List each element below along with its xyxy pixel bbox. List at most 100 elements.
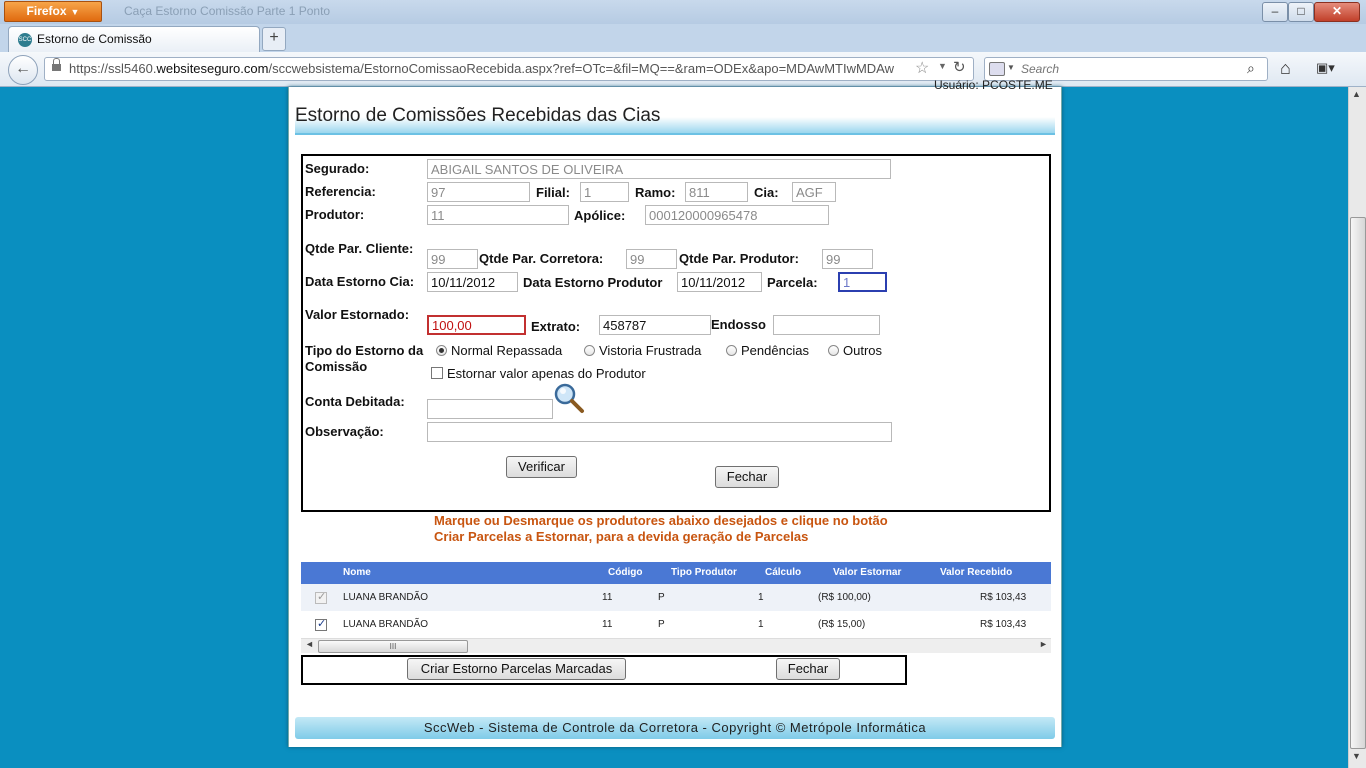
ramo-field[interactable] (685, 182, 748, 202)
tipo-estorno-label-2: Comissão (305, 359, 368, 374)
close-window-button[interactable]: ✕ (1314, 2, 1360, 22)
page-content: Usuário: PCOSTE.ME Estorno de Comissões … (288, 78, 1062, 747)
apolice-field[interactable] (645, 205, 829, 225)
endosso-field[interactable] (773, 315, 880, 335)
estornar-produtor-checkbox[interactable] (431, 367, 443, 379)
url-prefix: https://ssl5460. (69, 61, 157, 76)
scrollbar-thumb[interactable]: III (318, 640, 468, 653)
estornar-produtor-label: Estornar valor apenas do Produtor (447, 366, 646, 381)
cell-valor-estornar: (R$ 100,00) (818, 592, 871, 603)
minimize-button[interactable]: – (1262, 2, 1288, 22)
segurado-field[interactable] (427, 159, 891, 179)
bookmarks-menu-icon[interactable]: ▣▾ (1316, 60, 1340, 76)
cia-field[interactable] (792, 182, 836, 202)
page-header: Estorno de Comissões Recebidas das Cias (295, 93, 1055, 135)
col-header-nome[interactable]: Nome (343, 567, 371, 578)
radio-vistoria-frustrada[interactable] (584, 345, 595, 356)
new-tab-button[interactable]: + (262, 27, 286, 51)
verificar-button[interactable]: Verificar (506, 456, 577, 478)
conta-debitada-field[interactable] (427, 399, 553, 419)
col-header-tipo-produtor[interactable]: Tipo Produtor (671, 567, 737, 578)
tab-label: Estorno de Comissão (37, 32, 152, 46)
fechar-button[interactable]: Fechar (715, 466, 779, 488)
url-bar[interactable]: https://ssl5460.websiteseguro.com/sccweb… (44, 57, 974, 81)
valor-estornado-field[interactable] (427, 315, 526, 335)
extrato-field[interactable] (599, 315, 711, 335)
radio-normal-repassada-label: Normal Repassada (451, 343, 563, 358)
scroll-right-icon[interactable]: ► (1039, 639, 1048, 649)
search-icon[interactable]: ⌕ (1247, 60, 1255, 77)
grid-horizontal-scrollbar[interactable]: ◄ III ► (301, 638, 1051, 653)
conta-debitada-label: Conta Debitada: (305, 394, 405, 409)
table-row: LUANA BRANDÃO 11 P 1 (R$ 100,00) R$ 103,… (301, 584, 1051, 611)
referencia-label: Referencia: (305, 184, 376, 199)
col-header-valor-estornar[interactable]: Valor Estornar (833, 567, 901, 578)
grid-header: Nome Código Tipo Produtor Cálculo Valor … (301, 562, 1051, 584)
page-vertical-scrollbar[interactable]: ▲ ▼ (1348, 87, 1366, 768)
qtde-cliente-field[interactable] (427, 249, 478, 269)
radio-pendencias[interactable] (726, 345, 737, 356)
arrow-left-icon: ← (15, 60, 31, 77)
col-header-codigo[interactable]: Código (608, 567, 642, 578)
cia-label: Cia: (754, 185, 779, 200)
radio-normal-repassada[interactable] (436, 345, 447, 356)
search-input[interactable] (1019, 61, 1233, 77)
search-engine-icon[interactable] (989, 62, 1005, 76)
url-path: /sccwebsistema/EstornoComissaoRecebida.a… (268, 61, 895, 76)
segurado-label: Segurado: (305, 161, 370, 176)
produtor-label: Produtor: (305, 207, 365, 222)
star-icon[interactable]: ☆ (915, 58, 929, 78)
fechar-bottom-button[interactable]: Fechar (776, 658, 840, 680)
tab-strip: SCC Estorno de Comissão + (0, 24, 1366, 53)
user-info: Usuário: PCOSTE.ME (934, 78, 1053, 92)
scroll-left-icon[interactable]: ◄ (305, 639, 314, 649)
url-host: websiteseguro.com (156, 61, 269, 76)
filial-label: Filial: (536, 185, 570, 200)
row-select-checkbox[interactable] (315, 617, 327, 631)
cell-nome: LUANA BRANDÃO (343, 619, 429, 630)
data-estorno-cia-field[interactable] (427, 272, 518, 292)
observacao-field[interactable] (427, 422, 892, 442)
qtde-produtor-field[interactable] (822, 249, 873, 269)
produtores-grid: Nome Código Tipo Produtor Cálculo Valor … (301, 562, 1051, 653)
endosso-label: Endosso (711, 317, 766, 332)
data-estorno-produtor-label: Data Estorno Produtor (523, 275, 663, 290)
scrollbar-thumb[interactable] (1350, 217, 1366, 749)
magnifier-search-icon[interactable] (553, 382, 585, 414)
parcela-field[interactable] (838, 272, 887, 292)
home-icon[interactable]: ⌂ (1280, 58, 1291, 79)
firefox-menu-label: Firefox (26, 4, 67, 18)
radio-pendencias-label: Pendências (741, 343, 809, 358)
instructions-text: Marque ou Desmarque os produtores abaixo… (434, 513, 888, 545)
qtde-corretora-label: Qtde Par. Corretora: (479, 251, 604, 266)
firefox-menu-button[interactable]: Firefox ▼ (4, 1, 102, 22)
qtde-produtor-label: Qtde Par. Produtor: (679, 251, 799, 266)
chevron-down-icon[interactable]: ▼ (938, 61, 947, 71)
data-estorno-produtor-field[interactable] (677, 272, 762, 292)
col-header-calculo[interactable]: Cálculo (765, 567, 801, 578)
reload-icon[interactable]: ↻ (953, 58, 966, 76)
cell-calculo: 1 (758, 592, 764, 603)
criar-estorno-parcelas-button[interactable]: Criar Estorno Parcelas Marcadas (407, 658, 626, 680)
qtde-cliente-label: Qtde Par. Cliente: (305, 241, 414, 256)
radio-outros[interactable] (828, 345, 839, 356)
scroll-down-icon[interactable]: ▼ (1352, 751, 1361, 761)
tab-estorno-comissao[interactable]: SCC Estorno de Comissão (8, 26, 260, 53)
chevron-down-icon[interactable]: ▼ (1007, 63, 1015, 72)
cell-codigo: 11 (602, 592, 613, 603)
back-button[interactable]: ← (8, 55, 38, 85)
cell-calculo: 1 (758, 619, 764, 630)
scroll-up-icon[interactable]: ▲ (1352, 89, 1361, 99)
instructions-line-2: Criar Parcelas a Estornar, para a devida… (434, 529, 809, 544)
produtor-field[interactable] (427, 205, 569, 225)
maximize-button[interactable]: □ (1288, 2, 1314, 22)
radio-vistoria-frustrada-label: Vistoria Frustrada (599, 343, 702, 358)
referencia-field[interactable] (427, 182, 530, 202)
qtde-corretora-field[interactable] (626, 249, 677, 269)
cell-codigo: 11 (602, 619, 613, 630)
data-estorno-cia-label: Data Estorno Cia: (305, 274, 415, 289)
col-header-valor-recebido[interactable]: Valor Recebido (940, 567, 1012, 578)
cell-valor-recebido: R$ 103,43 (980, 619, 1027, 630)
row-select-checkbox[interactable] (315, 590, 327, 604)
filial-field[interactable] (580, 182, 629, 202)
